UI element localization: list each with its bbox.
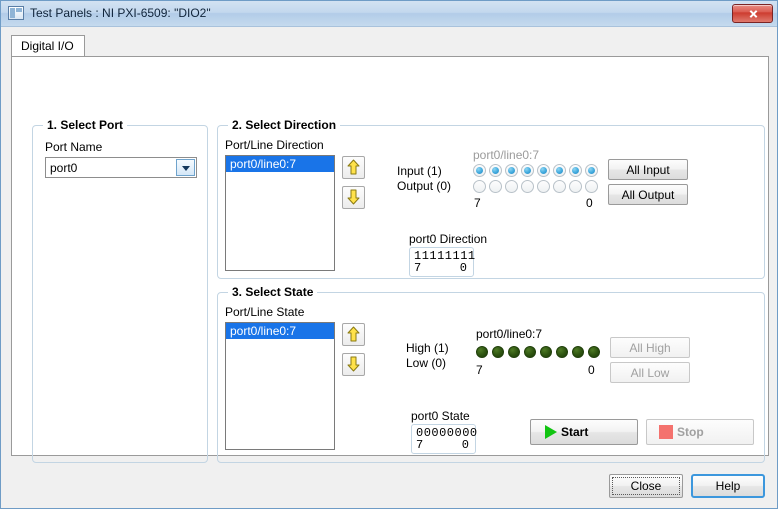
close-icon[interactable]: [732, 4, 773, 23]
port-name-combo[interactable]: port0: [45, 157, 197, 178]
port-state-high-marker: 7: [416, 438, 424, 452]
input-label: Input (1): [397, 164, 442, 178]
port-direction-low-marker: 0: [459, 261, 467, 275]
output-indicator-2[interactable]: [505, 180, 518, 193]
arrow-down-icon: [347, 356, 360, 372]
close-label: Close: [630, 479, 662, 493]
output-indicator-0[interactable]: [473, 180, 486, 193]
output-indicator-3[interactable]: [521, 180, 534, 193]
port-line-state-list[interactable]: port0/line0:7: [225, 322, 335, 450]
output-label: Output (0): [397, 179, 452, 193]
state-bit-low-marker: 0: [588, 363, 595, 377]
select-port-group: 1. Select Port Port Name port0: [32, 118, 208, 463]
all-input-button[interactable]: All Input: [608, 159, 688, 180]
stop-icon: [659, 425, 673, 439]
state-led-7[interactable]: [588, 346, 600, 358]
port-name-label: Port Name: [45, 140, 103, 154]
output-indicator-row: [473, 180, 603, 194]
input-indicator-0[interactable]: [473, 164, 486, 177]
state-channel-label: port0/line0:7: [476, 327, 543, 341]
start-button[interactable]: Start: [530, 419, 638, 445]
all-high-label: All High: [629, 340, 671, 355]
port-direction-value-box: 11111111 7 0: [409, 247, 475, 277]
stop-button[interactable]: Stop: [646, 419, 754, 445]
state-move-down-button[interactable]: [342, 353, 365, 376]
input-indicator-7[interactable]: [585, 164, 598, 177]
port-state-low-marker: 0: [461, 438, 469, 452]
arrow-up-icon: [347, 326, 360, 342]
chevron-down-icon[interactable]: [176, 159, 195, 176]
tab-panel-digital-io: 1. Select Port Port Name port0 2. Select…: [11, 56, 769, 463]
close-button[interactable]: Close: [609, 474, 683, 498]
state-led-4[interactable]: [540, 346, 552, 358]
start-label: Start: [561, 425, 589, 439]
port-state-value-box: 00000000 7 0: [411, 424, 477, 454]
state-bit-high-marker: 7: [476, 363, 483, 377]
input-indicator-5[interactable]: [553, 164, 566, 177]
state-led-2[interactable]: [508, 346, 520, 358]
window-icon: [8, 6, 24, 20]
state-led-6[interactable]: [572, 346, 584, 358]
select-state-title: 3. Select State: [228, 285, 318, 299]
output-indicator-7[interactable]: [585, 180, 598, 193]
state-led-1[interactable]: [492, 346, 504, 358]
tab-strip: Digital I/O: [11, 35, 769, 57]
help-label: Help: [715, 479, 741, 493]
high-label: High (1): [406, 341, 449, 355]
select-direction-group: 2. Select Direction Port/Line Direction …: [217, 118, 765, 279]
all-input-label: All Input: [626, 162, 670, 177]
port-state-value-label: port0 State: [411, 409, 470, 423]
input-indicator-4[interactable]: [537, 164, 550, 177]
port-line-direction-label: Port/Line Direction: [225, 138, 324, 152]
direction-move-up-button[interactable]: [342, 156, 365, 179]
list-item[interactable]: port0/line0:7: [226, 323, 334, 339]
output-indicator-5[interactable]: [553, 180, 566, 193]
help-button[interactable]: Help: [691, 474, 765, 498]
all-low-label: All Low: [630, 365, 670, 380]
state-led-3[interactable]: [524, 346, 536, 358]
port-line-state-label: Port/Line State: [225, 305, 305, 319]
state-led-row: [476, 346, 606, 360]
window-title: Test Panels : NI PXI-6509: "DIO2": [30, 6, 211, 20]
direction-bit-low-marker: 0: [586, 196, 593, 210]
input-indicator-6[interactable]: [569, 164, 582, 177]
arrow-up-icon: [347, 159, 360, 175]
port-name-value: port0: [50, 161, 78, 175]
output-indicator-1[interactable]: [489, 180, 502, 193]
input-indicator-3[interactable]: [521, 164, 534, 177]
all-low-button[interactable]: All Low: [610, 362, 690, 383]
input-indicator-1[interactable]: [489, 164, 502, 177]
title-bar: Test Panels : NI PXI-6509: "DIO2": [1, 1, 777, 27]
stop-label: Stop: [677, 425, 704, 439]
state-move-up-button[interactable]: [342, 323, 365, 346]
list-item[interactable]: port0/line0:7: [226, 156, 334, 172]
all-output-button[interactable]: All Output: [608, 184, 688, 205]
tab-digital-io[interactable]: Digital I/O: [11, 35, 85, 57]
state-led-5[interactable]: [556, 346, 568, 358]
all-output-label: All Output: [621, 187, 675, 202]
input-indicator-2[interactable]: [505, 164, 518, 177]
state-led-0[interactable]: [476, 346, 488, 358]
test-panel-window: Test Panels : NI PXI-6509: "DIO2" Digita…: [0, 0, 778, 509]
output-indicator-4[interactable]: [537, 180, 550, 193]
port-direction-high-marker: 7: [414, 261, 422, 275]
direction-move-down-button[interactable]: [342, 186, 365, 209]
port-line-direction-list[interactable]: port0/line0:7: [225, 155, 335, 271]
port-direction-value-label: port0 Direction: [409, 232, 488, 246]
arrow-down-icon: [347, 189, 360, 205]
direction-channel-label: port0/line0:7: [473, 148, 540, 162]
direction-bit-high-marker: 7: [474, 196, 481, 210]
output-indicator-6[interactable]: [569, 180, 582, 193]
select-port-title: 1. Select Port: [43, 118, 128, 132]
all-high-button[interactable]: All High: [610, 337, 690, 358]
low-label: Low (0): [406, 356, 447, 370]
play-icon: [545, 425, 557, 439]
select-direction-title: 2. Select Direction: [228, 118, 341, 132]
input-indicator-row: [473, 164, 603, 178]
